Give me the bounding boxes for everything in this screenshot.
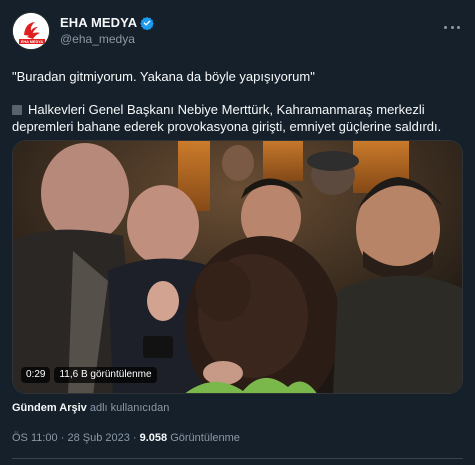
divider xyxy=(12,458,463,459)
more-icon[interactable] xyxy=(441,20,463,34)
media-attribution: Gündem Arşiv adlı kullanıcıdan xyxy=(12,402,169,414)
tweet-quote: "Buradan gitmiyorum. Yakana da böyle yap… xyxy=(12,69,315,84)
attribution-suffix: adlı kullanıcıdan xyxy=(89,402,170,414)
tweet-time[interactable]: ÖS 11:00 xyxy=(12,432,58,444)
video-thumbnail xyxy=(13,141,462,393)
eha-logo: EHA MEDYA xyxy=(13,13,49,49)
verified-badge-icon xyxy=(140,16,155,30)
tweet-view-label: Görüntülenme xyxy=(167,432,240,444)
separator-dot: · xyxy=(129,432,140,444)
tweet-date[interactable]: 28 Şub 2023 xyxy=(67,432,129,444)
handle[interactable]: @eha_medya xyxy=(60,32,154,46)
tweet-header: EHA MEDYA EHA MEDYA @eha_medya xyxy=(12,12,463,56)
display-name[interactable]: EHA MEDYA xyxy=(60,15,137,30)
video-meta: 0:29 11,6 B görüntülenme xyxy=(21,367,157,383)
tweet-body: Halkevleri Genel Başkanı Nebiye Merttürk… xyxy=(12,102,442,134)
avatar[interactable]: EHA MEDYA xyxy=(12,12,50,50)
tweet-text: "Buradan gitmiyorum. Yakana da böyle yap… xyxy=(12,68,463,151)
attribution-source[interactable]: Gündem Arşiv xyxy=(12,402,87,414)
name-row: EHA MEDYA xyxy=(60,15,155,30)
square-bullet-icon xyxy=(12,105,22,115)
tweet: EHA MEDYA EHA MEDYA @eha_medya "Buradan … xyxy=(0,0,475,465)
video-duration: 0:29 xyxy=(21,367,51,383)
video-player[interactable]: 0:29 11,6 B görüntülenme xyxy=(12,140,463,394)
avatar-logo-text: EHA MEDYA xyxy=(21,40,44,44)
name-block: EHA MEDYA @eha_medya xyxy=(60,15,155,46)
tweet-view-count: 9.058 xyxy=(139,432,168,444)
tweet-body-paragraph: Halkevleri Genel Başkanı Nebiye Merttürk… xyxy=(12,101,463,135)
separator-dot: · xyxy=(57,432,68,444)
tweet-timestamp-row: ÖS 11:00 · 28 Şub 2023 · 9.058 Görüntüle… xyxy=(12,432,240,444)
video-view-count: 11,6 B görüntülenme xyxy=(54,367,157,383)
